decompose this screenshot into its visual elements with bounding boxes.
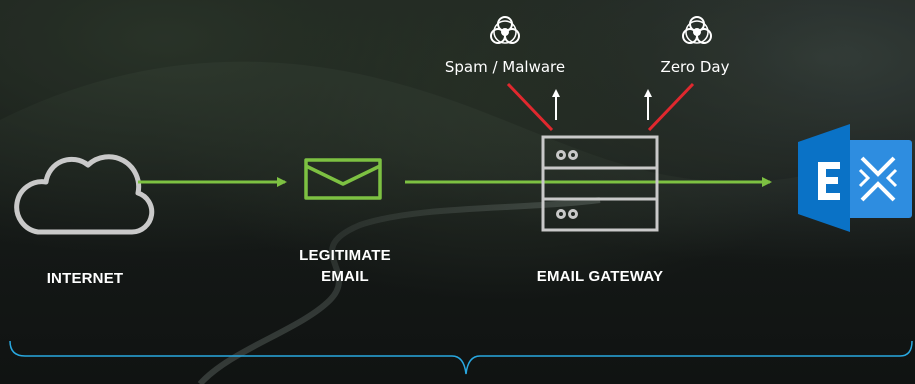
legitimate-email-line2: EMAIL (321, 268, 369, 285)
spam-malware-label: Spam / Malware (444, 58, 566, 76)
internet-label: INTERNET (46, 270, 124, 287)
zero-day-label: Zero Day (660, 58, 730, 76)
background-hill (0, 0, 915, 182)
email-gateway-label: EMAIL GATEWAY (536, 268, 664, 285)
legitimate-email-label: LEGITIMATE EMAIL (270, 245, 420, 287)
bottom-bracket (9, 340, 913, 375)
legitimate-email-line1: LEGITIMATE (299, 247, 391, 264)
exchange-icon (798, 124, 912, 232)
cloud-icon (14, 154, 155, 235)
envelope-icon (304, 158, 382, 200)
